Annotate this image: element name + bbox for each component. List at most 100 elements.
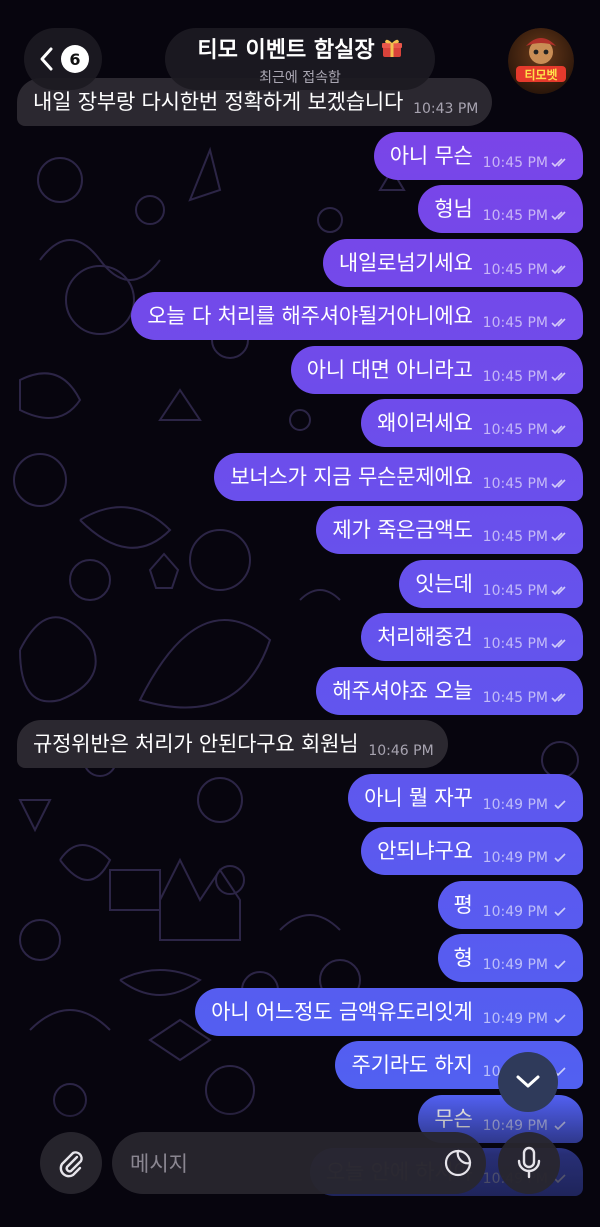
- message-time: 10:45 PM: [482, 689, 548, 706]
- last-seen-status: 최근에 접속함: [259, 69, 341, 86]
- incoming-message-bubble[interactable]: 규정위반은 처리가 안된다구요 회원님 10:46 PM: [17, 720, 448, 768]
- message-time: 10:49 PM: [482, 1010, 548, 1027]
- message-list[interactable]: 내일 장부랑 다시한번 정확하게 보겠습니다 10:43 PM 아니 무슨 10:45…: [0, 0, 600, 1227]
- outgoing-message-bubble[interactable]: 아니 대면 아니라고 10:45 PM: [290, 345, 583, 394]
- message-meta: 10:45 PM: [483, 153, 569, 173]
- message-time: 10:46 PM: [368, 743, 434, 759]
- outgoing-message-bubble[interactable]: 안되냐구요 10:49 PM: [361, 827, 583, 875]
- message-row: 처리해중건 10:45 PM: [0, 613, 600, 661]
- message-meta: 10:45 PM: [483, 206, 569, 226]
- message-text: 처리해중건: [377, 625, 473, 649]
- message-row: 아니 대면 아니라고 10:45 PM: [0, 345, 600, 394]
- outgoing-message-bubble[interactable]: 형님 10:45 PM: [418, 185, 583, 233]
- outgoing-message-bubble[interactable]: 제가 죽은금액도 10:45 PM: [316, 506, 583, 554]
- outgoing-message-bubble[interactable]: 보너스가 지금 무슨문제에요 10:45 PM: [214, 452, 583, 501]
- voice-message-button[interactable]: [498, 1132, 560, 1194]
- unread-count-badge: 6: [61, 45, 89, 73]
- message-row: 제가 죽은금액도 10:45 PM: [0, 506, 600, 554]
- message-input-container: [112, 1132, 486, 1196]
- message-time: 10:45 PM: [482, 368, 548, 385]
- message-text: 제가 죽은금액도: [332, 518, 473, 542]
- double-check-icon: [551, 371, 566, 381]
- avatar[interactable]: 티모벳: [508, 28, 574, 94]
- message-time: 10:45 PM: [482, 315, 548, 331]
- message-row: 오늘 다 처리를 해주셔야될거아니에요 10:45 PM: [0, 292, 600, 340]
- message-row: 해주셔야죠 오늘 10:45 PM: [0, 666, 600, 715]
- message-meta: 10:45 PM: [483, 260, 569, 280]
- outgoing-message-bubble[interactable]: 잇는데 10:45 PM: [399, 559, 583, 608]
- single-check-icon: [554, 906, 566, 916]
- message-time: 10:45 PM: [482, 529, 548, 545]
- message-row: 안되냐구요 10:49 PM: [0, 827, 600, 875]
- message-row: 아니 뭘 자꾸 10:49 PM: [0, 773, 600, 822]
- message-text: 평: [453, 892, 473, 917]
- outgoing-message-bubble[interactable]: 왜이러세요 10:45 PM: [361, 399, 583, 447]
- sticker-icon: [444, 1149, 472, 1177]
- message-meta: 10:49 PM: [483, 848, 569, 868]
- message-time: 10:49 PM: [482, 903, 548, 920]
- message-text: 왜이러세요: [377, 411, 473, 435]
- message-meta: 10:45 PM: [483, 474, 569, 494]
- outgoing-message-bubble[interactable]: 아니 뭘 자꾸 10:49 PM: [348, 773, 583, 822]
- double-check-icon: [551, 692, 566, 702]
- message-meta: 10:49 PM: [483, 1009, 569, 1029]
- double-check-icon: [551, 532, 566, 542]
- message-row: 형님 10:45 PM: [0, 185, 600, 233]
- message-meta: 10:46 PM: [368, 741, 433, 761]
- message-row: 보너스가 지금 무슨문제에요 10:45 PM: [0, 452, 600, 501]
- message-row: 왜이러세요 10:45 PM: [0, 399, 600, 447]
- outgoing-message-bubble[interactable]: 형 10:49 PM: [437, 934, 583, 982]
- message-time: 10:45 PM: [482, 422, 548, 438]
- double-check-icon: [551, 639, 566, 649]
- message-meta: 10:45 PM: [483, 313, 569, 333]
- chevron-left-icon: [40, 47, 53, 71]
- message-meta: 10:49 PM: [483, 902, 569, 922]
- back-button[interactable]: 6: [24, 28, 102, 90]
- double-check-icon: [551, 478, 566, 488]
- message-row: 아니 어느정도 금액유도리잇게 10:49 PM: [0, 987, 600, 1036]
- message-time: 10:45 PM: [482, 582, 548, 599]
- chat-title-area[interactable]: 티모 이벤트 함실장 최근에 접속함: [165, 28, 435, 90]
- single-check-icon: [554, 1013, 566, 1023]
- message-text: 해주셔야죠 오늘: [332, 678, 473, 703]
- outgoing-message-bubble[interactable]: 아니 무슨 10:45 PM: [373, 131, 583, 180]
- outgoing-message-bubble[interactable]: 해주셔야죠 오늘 10:45 PM: [316, 666, 583, 715]
- message-composer: [0, 1125, 600, 1227]
- single-check-icon: [554, 960, 566, 970]
- gift-emoji-icon: [381, 39, 402, 57]
- message-meta: 10:45 PM: [483, 688, 569, 708]
- message-time: 10:45 PM: [482, 154, 548, 171]
- message-time: 10:45 PM: [482, 636, 548, 652]
- double-check-icon: [551, 264, 566, 274]
- chat-title: 티모 이벤트 함실장: [197, 37, 375, 63]
- message-input[interactable]: [128, 1132, 432, 1196]
- message-text: 아니 무슨: [389, 143, 473, 168]
- microphone-icon: [517, 1146, 541, 1179]
- scroll-to-bottom-button[interactable]: [498, 1052, 558, 1112]
- message-time: 10:45 PM: [482, 475, 548, 492]
- double-check-icon: [551, 157, 566, 167]
- sticker-button[interactable]: [442, 1147, 474, 1179]
- message-text: 오늘 다 처리를 해주셔야될거아니에요: [147, 304, 473, 328]
- message-meta: 10:45 PM: [483, 634, 569, 654]
- outgoing-message-bubble[interactable]: 오늘 다 처리를 해주셔야될거아니에요 10:45 PM: [131, 292, 583, 340]
- single-check-icon: [554, 853, 566, 863]
- message-row: 내일로넘기세요 10:45 PM: [0, 238, 600, 287]
- outgoing-message-bubble[interactable]: 아니 어느정도 금액유도리잇게 10:49 PM: [195, 987, 583, 1036]
- outgoing-message-bubble[interactable]: 내일로넘기세요 10:45 PM: [322, 238, 583, 287]
- outgoing-message-bubble[interactable]: 처리해중건 10:45 PM: [361, 613, 583, 661]
- message-time: 10:45 PM: [482, 208, 548, 224]
- message-text: 형님: [434, 197, 473, 221]
- message-text: 잇는데: [415, 571, 473, 596]
- double-check-icon: [551, 585, 566, 595]
- timo-logo-image: 티모벳: [508, 28, 574, 94]
- chat-header: 6 티모 이벤트 함실장 최근에 접속함 티모벳: [0, 0, 600, 110]
- message-row: 잇는데 10:45 PM: [0, 559, 600, 608]
- attach-button[interactable]: [40, 1132, 102, 1194]
- message-time: 10:49 PM: [482, 957, 548, 973]
- message-text: 아니 뭘 자꾸: [364, 785, 473, 810]
- double-check-icon: [551, 318, 566, 328]
- single-check-icon: [554, 799, 566, 809]
- outgoing-message-bubble[interactable]: 평 10:49 PM: [437, 880, 583, 929]
- message-text: 아니 대면 아니라고: [306, 357, 473, 382]
